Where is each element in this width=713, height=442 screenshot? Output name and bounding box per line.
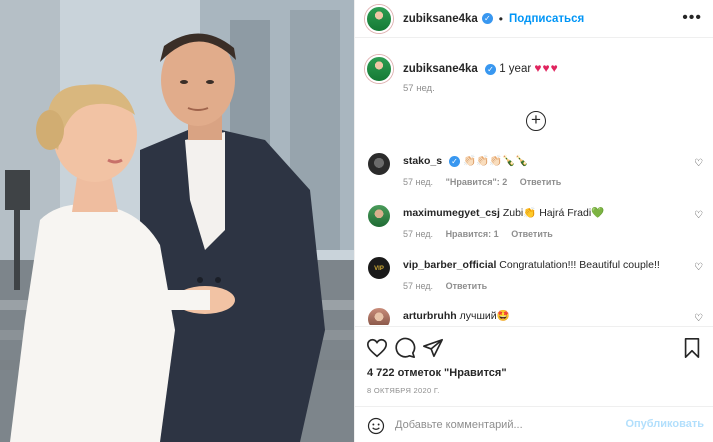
separator-dot: •	[498, 11, 503, 26]
comment-text: Zubi👏 Hajrá Fradi💚	[502, 207, 605, 219]
caption-text: 1 year	[499, 63, 532, 75]
verified-badge-icon: ✓	[449, 156, 461, 167]
caption-time[interactable]: 57 нед.	[403, 83, 435, 94]
comment-likes[interactable]: Нравится: 1	[446, 229, 499, 239]
commenter-avatar[interactable]	[367, 152, 391, 176]
comment-meta: 57 нед. "Нравится": 2 Ответить	[403, 177, 571, 187]
reply-button[interactable]: Ответить	[511, 229, 553, 239]
post-caption: zubiksane4ka ✓ 1 year ♥♥♥	[365, 55, 559, 83]
commenter-avatar[interactable]	[367, 307, 391, 325]
comments-list[interactable]: zubiksane4ka ✓ 1 year ♥♥♥ 57 нед. + stak…	[355, 39, 713, 325]
comment-bubble-icon[interactable]	[394, 337, 416, 359]
comment-username[interactable]: stako_s	[403, 155, 442, 167]
caption-meta: 57 нед.	[403, 83, 447, 94]
like-comment-heart-icon[interactable]: ♡	[694, 158, 703, 169]
publish-button[interactable]: Опубликовать	[625, 418, 704, 430]
comment-input[interactable]	[395, 415, 625, 435]
verified-badge-icon: ✓	[481, 13, 493, 24]
comment-body: stako_s ✓ 👏🏻👏🏻👏🏻🍾🍾	[403, 154, 528, 168]
comment-body: vip_barber_official Congratulation!!! Be…	[403, 258, 660, 272]
instagram-post: zubiksane4ka ✓ • Подписаться ••• zubiksa…	[0, 0, 713, 442]
author-avatar[interactable]	[365, 4, 393, 33]
post-header: zubiksane4ka ✓ • Подписаться •••	[355, 0, 713, 38]
likes-count[interactable]: 4 722 отметок "Нравится"	[367, 367, 507, 379]
comment-body: arturbruhh лучший🤩	[403, 309, 510, 323]
comment-item: arturbruhh лучший🤩 ♡	[367, 307, 707, 325]
comment-meta: 57 нед. Нравится: 1 Ответить	[403, 229, 563, 239]
verified-badge-icon: ✓	[485, 64, 496, 75]
more-options-icon[interactable]: •••	[682, 10, 702, 26]
follow-button[interactable]: Подписаться	[509, 13, 584, 25]
comment-text: Congratulation!!! Beautiful couple!!	[499, 259, 660, 271]
caption-username[interactable]: zubiksane4ka	[403, 63, 478, 75]
emoji-picker-icon[interactable]	[367, 417, 385, 435]
comment-item: maximumegyet_csj Zubi👏 Hajrá Fradi💚 57 н…	[367, 204, 707, 244]
comment-time[interactable]: 57 нед.	[403, 229, 433, 239]
comment-item: stako_s ✓ 👏🏻👏🏻👏🏻🍾🍾 57 нед. "Нравится": 2…	[367, 152, 707, 192]
post-photo[interactable]	[0, 0, 354, 442]
reply-button[interactable]: Ответить	[446, 281, 488, 291]
commenter-avatar[interactable]	[367, 204, 391, 228]
comment-text: лучший🤩	[459, 310, 510, 322]
reply-button[interactable]: Ответить	[520, 177, 562, 187]
author-username[interactable]: zubiksane4ka	[403, 13, 478, 25]
comment-body: maximumegyet_csj Zubi👏 Hajrá Fradi💚	[403, 206, 604, 220]
like-comment-heart-icon[interactable]: ♡	[694, 210, 703, 221]
post-date[interactable]: 8 ОКТЯБРЯ 2020 Г.	[367, 386, 440, 395]
comment-username[interactable]: vip_barber_official	[403, 259, 496, 271]
comment-item: VIP vip_barber_official Congratulation!!…	[367, 256, 707, 296]
load-more-comments-icon[interactable]: +	[526, 111, 546, 131]
commenter-avatar[interactable]: VIP	[367, 256, 391, 280]
couple-photo-illustration	[0, 0, 354, 442]
hearts-emoji-icon: ♥♥♥	[534, 61, 559, 75]
comment-time[interactable]: 57 нед.	[403, 177, 433, 187]
post-details-panel: zubiksane4ka ✓ • Подписаться ••• zubiksa…	[354, 0, 713, 442]
comment-username[interactable]: arturbruhh	[403, 310, 457, 322]
caption-text-block: zubiksane4ka ✓ 1 year ♥♥♥	[403, 60, 559, 83]
save-bookmark-icon[interactable]	[681, 337, 703, 359]
like-comment-heart-icon[interactable]: ♡	[694, 262, 703, 273]
share-send-icon[interactable]	[422, 337, 444, 359]
comment-text: 👏🏻👏🏻👏🏻🍾🍾	[462, 155, 529, 167]
comment-meta: 57 нед. Ответить	[403, 281, 497, 291]
comment-username[interactable]: maximumegyet_csj	[403, 207, 500, 219]
caption-author-avatar[interactable]	[365, 55, 393, 83]
like-heart-icon[interactable]	[366, 337, 388, 359]
comment-time[interactable]: 57 нед.	[403, 281, 433, 291]
comment-likes[interactable]: "Нравится": 2	[446, 177, 508, 187]
add-comment-bar: Опубликовать	[355, 406, 713, 442]
like-comment-heart-icon[interactable]: ♡	[694, 313, 703, 324]
